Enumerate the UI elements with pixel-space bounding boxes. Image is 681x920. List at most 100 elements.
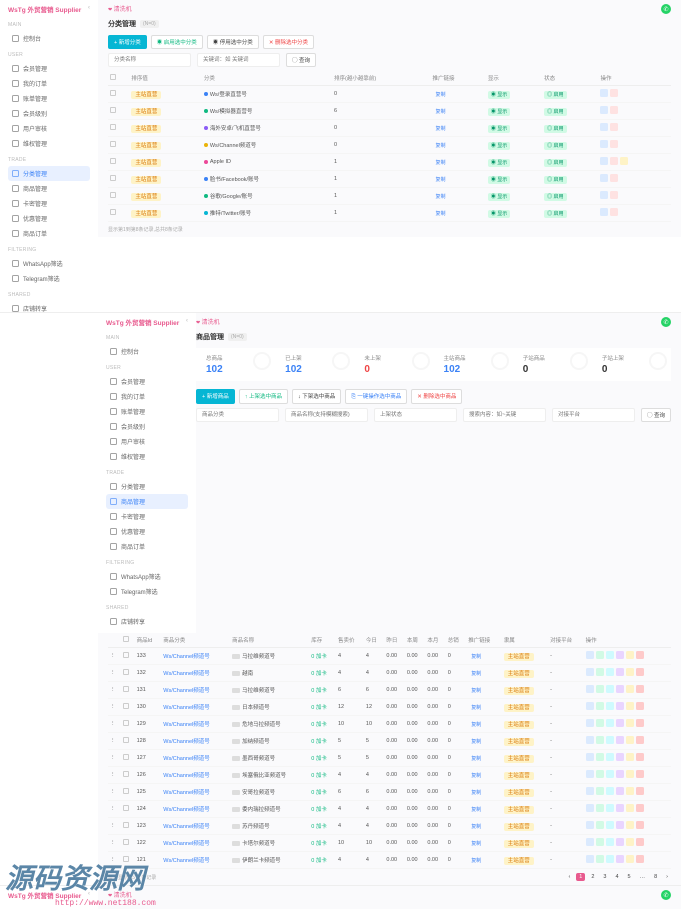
view-action[interactable] — [616, 787, 624, 795]
drag-handle[interactable]: ⋮ — [108, 716, 121, 733]
status-badge[interactable]: ◎ 启用 — [544, 91, 566, 99]
copy-action[interactable] — [606, 804, 614, 812]
row-checkbox[interactable] — [123, 822, 129, 828]
copy-link[interactable]: 复制 — [468, 653, 484, 661]
del-action[interactable] — [636, 668, 644, 676]
move-action[interactable] — [626, 736, 634, 744]
edit-action[interactable] — [586, 770, 594, 778]
copy-link[interactable]: 复制 — [468, 806, 484, 814]
nav-prodorders[interactable]: 商品订单 — [8, 226, 90, 241]
nav-card-2[interactable]: 卡密管理 — [106, 509, 188, 524]
copy-link[interactable]: 复制 — [468, 823, 484, 831]
nav-review-2[interactable]: 用户审核 — [106, 434, 188, 449]
drag-handle[interactable]: ⋮ — [108, 665, 121, 682]
product-cat[interactable]: Ws/Channel频道号 — [163, 756, 209, 762]
row-checkbox[interactable] — [123, 839, 129, 845]
page-1[interactable]: 1 — [576, 873, 585, 881]
edit-action[interactable] — [600, 123, 608, 131]
copy-action[interactable] — [606, 855, 614, 863]
copy-link[interactable]: 复制 — [432, 193, 448, 201]
product-cat[interactable]: Ws/Channel频道号 — [163, 807, 209, 813]
show-badge[interactable]: ◉ 显示 — [488, 176, 510, 184]
status-badge[interactable]: ◎ 启用 — [544, 142, 566, 150]
cat-badge[interactable]: 主站直营 — [131, 159, 161, 167]
stock[interactable]: 0 加卡 — [309, 648, 336, 665]
up-action[interactable] — [596, 787, 604, 795]
stock[interactable]: 0 加卡 — [309, 767, 336, 784]
up-action[interactable] — [596, 838, 604, 846]
cat-name[interactable]: 海外安卓/飞机直营号 — [204, 124, 261, 132]
nav-level-2[interactable]: 会员级别 — [106, 419, 188, 434]
up-action[interactable] — [596, 685, 604, 693]
up-action[interactable] — [596, 821, 604, 829]
product-name[interactable]: 马拉维频道号 — [230, 648, 309, 665]
product-name[interactable]: 马拉维频道号 — [230, 682, 309, 699]
copy-action[interactable] — [606, 753, 614, 761]
cat-name[interactable]: 推特/Twitter/账号 — [204, 209, 251, 217]
status-badge[interactable]: ◎ 启用 — [544, 125, 566, 133]
stock[interactable]: 0 加卡 — [309, 665, 336, 682]
nav-card[interactable]: 卡密管理 — [8, 196, 90, 211]
row-checkbox[interactable] — [123, 737, 129, 743]
whatsapp-float-icon-2[interactable]: ✆ — [661, 317, 671, 327]
cat-badge[interactable]: 主站直营 — [131, 125, 161, 133]
del-action[interactable] — [610, 140, 618, 148]
move-action[interactable] — [626, 855, 634, 863]
product-cat[interactable]: Ws/Channel频道号 — [163, 739, 209, 745]
whatsapp-float-icon[interactable]: ✆ — [661, 4, 671, 14]
row-checkbox[interactable] — [123, 771, 129, 777]
product-cat[interactable]: Ws/Channel频道号 — [163, 705, 209, 711]
cat-name[interactable]: 脸书/Facebook/账号 — [204, 175, 259, 183]
show-badge[interactable]: ◉ 显示 — [488, 193, 510, 201]
nav-wallet[interactable]: 账单管理 — [8, 91, 90, 106]
stock[interactable]: 0 加卡 — [309, 682, 336, 699]
del-action[interactable] — [636, 651, 644, 659]
move-action[interactable] — [620, 157, 628, 165]
cat-badge[interactable]: 主站直营 — [131, 108, 161, 116]
page-5[interactable]: 5 — [625, 873, 634, 881]
row-checkbox[interactable] — [123, 754, 129, 760]
product-name[interactable]: 卡塔尔频道号 — [230, 835, 309, 852]
add-category-button[interactable]: + 新增分类 — [108, 35, 147, 49]
cat-badge[interactable]: 主站直营 — [131, 193, 161, 201]
status-badge[interactable]: ◎ 启用 — [544, 193, 566, 201]
del-action[interactable] — [610, 106, 618, 114]
product-name[interactable]: 越南 — [230, 665, 309, 682]
cat-badge[interactable]: 主站直营 — [131, 210, 161, 218]
cat-name[interactable]: Ws/模拟器直营号 — [204, 107, 252, 115]
del-action[interactable] — [610, 174, 618, 182]
stock[interactable]: 0 加卡 — [309, 784, 336, 801]
row-checkbox[interactable] — [123, 788, 129, 794]
th-check[interactable] — [108, 71, 129, 86]
up-action[interactable] — [596, 804, 604, 812]
copy-link[interactable]: 复制 — [432, 176, 448, 184]
view-action[interactable] — [616, 736, 624, 744]
move-action[interactable] — [626, 702, 634, 710]
view-action[interactable] — [616, 685, 624, 693]
cat-badge[interactable]: 主站直营 — [131, 176, 161, 184]
cat-badge[interactable]: 主站直营 — [131, 142, 161, 150]
row-checkbox[interactable] — [123, 669, 129, 675]
product-name[interactable]: 危地马拉频道号 — [230, 716, 309, 733]
up-action[interactable] — [596, 753, 604, 761]
edit-action[interactable] — [600, 174, 608, 182]
show-badge[interactable]: ◉ 显示 — [488, 125, 510, 133]
collapse-icon[interactable]: ‹ — [88, 4, 90, 11]
up-action[interactable] — [596, 855, 604, 863]
del-action[interactable] — [636, 787, 644, 795]
del-action[interactable] — [636, 702, 644, 710]
delete-button[interactable]: ✕ 删除选中分类 — [263, 35, 314, 49]
th-chk[interactable] — [121, 633, 135, 648]
edit-action[interactable] — [600, 106, 608, 114]
show-badge[interactable]: ◉ 显示 — [488, 210, 510, 218]
nav-wa-2[interactable]: WhatsApp筛选 — [106, 569, 188, 584]
del-action[interactable] — [610, 208, 618, 216]
nav-level[interactable]: 会员级别 — [8, 106, 90, 121]
copy-action[interactable] — [606, 821, 614, 829]
copy-link[interactable]: 复制 — [468, 670, 484, 678]
nav-wallet-2[interactable]: 账单管理 — [106, 404, 188, 419]
drag-handle[interactable]: ⋮ — [108, 750, 121, 767]
copy-link[interactable]: 复制 — [432, 125, 448, 133]
copy-action[interactable] — [606, 668, 614, 676]
shelf-up-button[interactable]: ↑ 上架选中商品 — [239, 389, 288, 404]
